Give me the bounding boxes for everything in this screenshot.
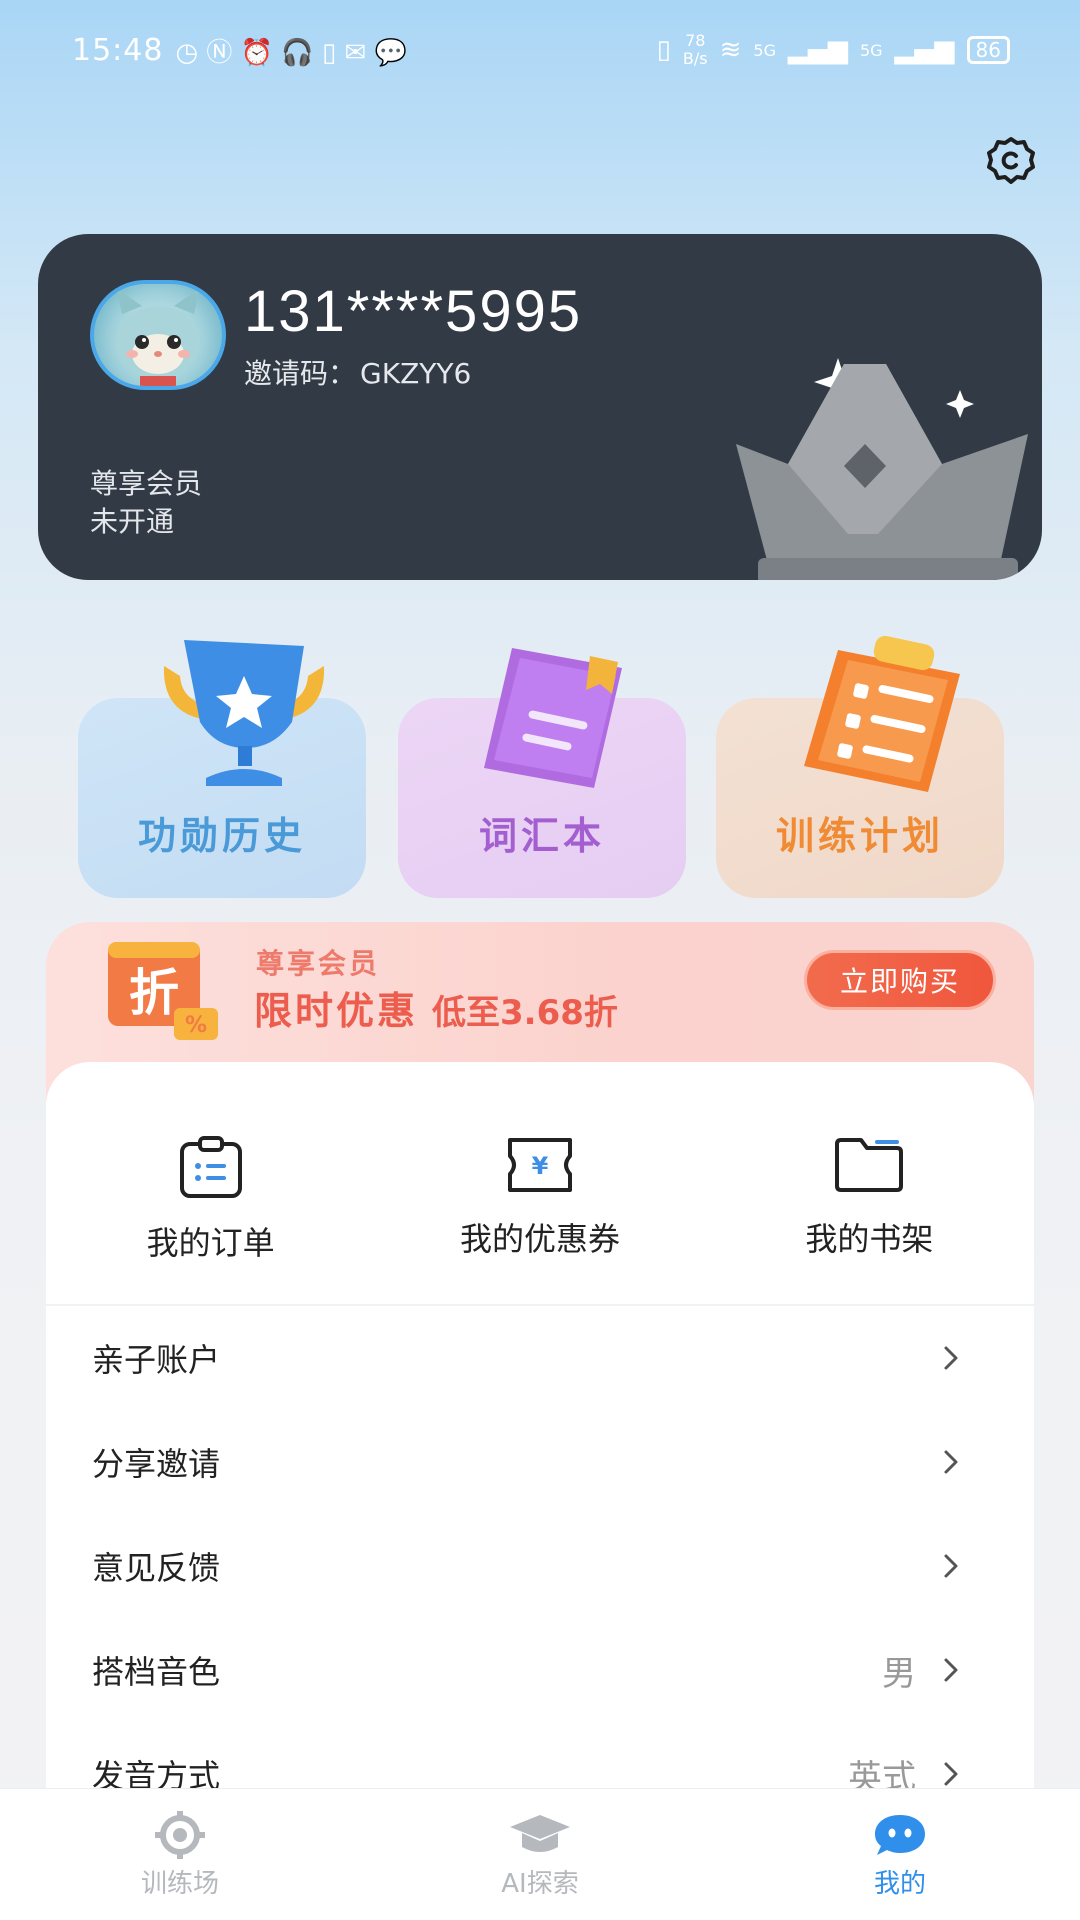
chat-bubble-icon [875,1815,925,1855]
signal-icon-2: ▂▄▆ [894,35,955,65]
status-right: ▯ 78 B/s ≋ 5G ▂▄▆ 5G ▂▄▆ 86 [657,32,1010,68]
svg-text:%: % [185,1013,207,1038]
settings-button[interactable] [978,128,1044,194]
signal-2-label: 5G [859,40,883,60]
chevron-right-icon [944,1554,958,1578]
service-my-coupons[interactable]: ¥ 我的优惠券 [375,1062,704,1304]
checklist-icon [804,636,960,792]
notification-icons: ◷ Ⓝ ⏰ 🎧 ▯ ✉ 💬 [175,37,407,68]
vibrate-icon: ▯ [656,35,671,65]
coupon-icon: ¥ [507,1138,572,1192]
menu-item-label: 亲子账户 [92,1341,221,1379]
invite-code: GKZYY6 [360,357,472,390]
menu-item-partner-voice[interactable]: 搭档音色 男 [46,1618,1034,1722]
settings-gear-icon [987,137,1035,184]
discount-badge-char: 折 [129,964,179,1022]
signal-icon: ▂▄▆ [787,35,848,65]
signal-1-label: 5G [753,40,776,60]
menu-item-label: 搭档音色 [92,1653,221,1691]
service-label: 我的订单 [146,1224,275,1262]
menu-item-label: 意见反馈 [92,1549,221,1587]
chevron-right-icon [944,1762,958,1786]
menu-item-label: 分享邀请 [92,1445,221,1483]
chevron-right-icon [944,1346,958,1370]
menu-item-value: 男 [882,1653,916,1694]
menu-list: 亲子账户 分享邀请 意见反馈 搭档音色 男 发音方式 英式 [46,1306,1034,1826]
invite-code-row[interactable]: 邀请码： GKZYY6 [240,352,471,392]
notebook-icon [484,648,622,788]
tab-label: AI探索 [501,1869,579,1899]
net-speed: 78 B/s [683,32,708,68]
promo-title-row: 限时优惠 低至3.68折 [254,980,618,1035]
menu-item-right: 男 [882,1646,964,1695]
crown-icon [736,358,1028,580]
menu-item-share-invite[interactable]: 分享邀请 [46,1410,1034,1514]
chevron-right-icon [944,1450,958,1474]
target-icon [155,1811,205,1859]
tab-label: 我的 [873,1869,926,1899]
service-label: 我的优惠券 [459,1220,620,1258]
promo-title: 限时优惠 [254,989,419,1033]
avatar-cat-icon [116,288,200,386]
menu-item-right [916,1345,964,1371]
chevron-right-icon [944,1658,958,1682]
status-left: 15:48 ◷ Ⓝ ⏰ 🎧 ▯ ✉ 💬 [72,32,407,69]
menu-item-right [916,1553,964,1579]
user-phone: 131****5995 [244,279,583,344]
trophy-icon [163,640,325,786]
menu-item-parent-account[interactable]: 亲子账户 [46,1306,1034,1410]
graduation-cap-icon [510,1815,570,1852]
promo-subtitle: 尊享会员 [256,947,381,980]
main-panel: 我的订单 ¥ 我的优惠券 我的书架 亲子账户 分享邀请 意见反馈 搭档音色 男 … [46,1062,1034,1862]
menu-item-feedback[interactable]: 意见反馈 [46,1514,1034,1618]
discount-badge-icon: 折 % [108,942,218,1040]
tab-label: 训练场 [140,1869,219,1899]
membership-title: 尊享会员 [90,467,203,500]
tab-training-ground[interactable]: 训练场 [0,1789,360,1920]
quick-action-label: 训练计划 [775,814,944,858]
status-time: 15:48 [72,32,164,68]
invite-label: 邀请码： [244,357,357,390]
bottom-tab-bar: 训练场 AI探索 我的 [0,1788,1080,1920]
status-bar: 15:48 ◷ Ⓝ ⏰ 🎧 ▯ ✉ 💬 ▯ 78 B/s ≋ 5G ▂▄▆ 5G… [0,0,1080,100]
service-my-orders[interactable]: 我的订单 [46,1062,375,1304]
menu-item-right [916,1449,964,1475]
net-speed-unit: B/s [682,49,708,68]
tab-ai-explore[interactable]: AI探索 [360,1789,720,1920]
service-row: 我的订单 ¥ 我的优惠券 我的书架 [46,1062,1034,1304]
service-my-bookshelf[interactable]: 我的书架 [705,1062,1034,1304]
member-card[interactable]: 131****5995 邀请码： GKZYY6 尊享会员 未开通 [38,234,1042,580]
membership-status: 未开通 [90,505,175,538]
promo-highlight: 低至3.68折 [432,993,618,1033]
quick-action-label: 功勋历史 [137,814,306,858]
svg-text:¥: ¥ [532,1152,549,1180]
order-icon [179,1136,242,1198]
quick-action-label: 词汇本 [478,814,605,858]
battery-indicator: 86 [966,36,1010,64]
avatar[interactable] [90,280,226,390]
wifi-icon: ≋ [719,35,742,65]
net-speed-value: 78 [685,31,706,50]
tab-mine[interactable]: 我的 [720,1789,1080,1920]
folder-icon [835,1138,904,1192]
buy-now-button[interactable]: 立即购买 [804,950,996,1010]
service-label: 我的书架 [805,1220,934,1258]
